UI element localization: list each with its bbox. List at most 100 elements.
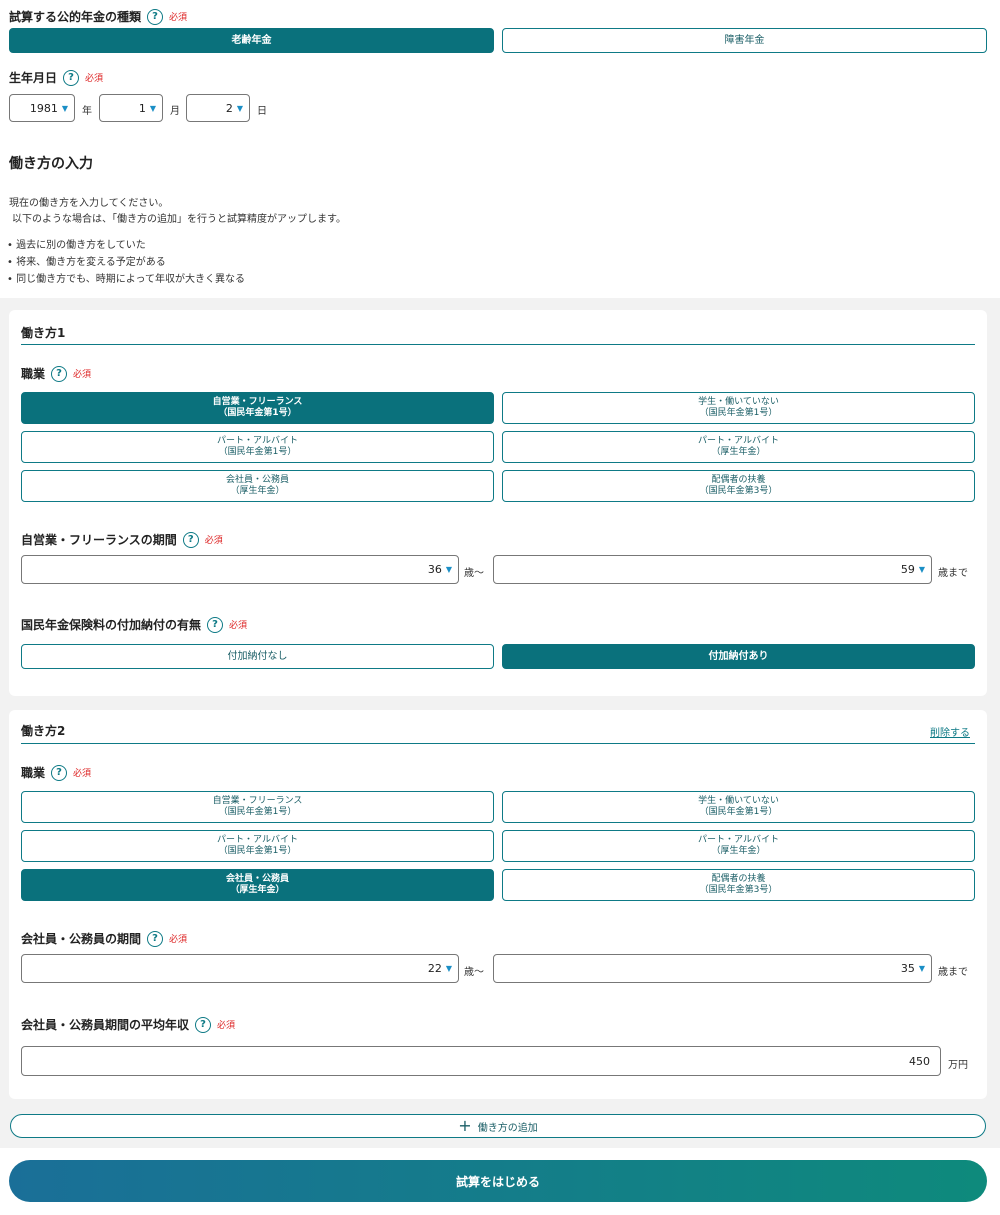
job-option-line1: パート・アルバイト [698,835,779,845]
job-option-line1: パート・アルバイト [217,436,298,446]
select-value: 35 [900,962,915,975]
job-option-line1: 自営業・フリーランス [212,397,303,407]
job-label-text: 職業 [21,766,46,780]
job-option[interactable]: 自営業・フリーランス （国民年金第1号） [21,392,494,424]
job-option-line2: （国民年金第1号） [699,408,778,418]
help-icon[interactable]: ? [182,531,199,548]
chevron-down-icon: ▼ [918,964,925,973]
plus-icon: + [458,1116,472,1135]
pension-disability-button[interactable]: 障害年金 [502,28,987,53]
select-value: 1981 [29,101,58,115]
bullet-item: • 将来、働き方を変える予定がある [7,257,166,268]
required-badge: 必須 [204,536,223,546]
bullet-text: 過去に別の働き方をしていた [16,240,146,251]
income-value: 450 [909,1054,930,1068]
select-value: 22 [427,962,442,975]
chevron-down-icon: ▼ [61,103,68,113]
chevron-down-icon: ▼ [918,565,925,574]
work-card-title: 働き方2 [21,724,66,738]
work-section-heading: 働き方の入力 [9,156,93,172]
add-work-label: 働き方の追加 [477,1122,538,1134]
period-to-select[interactable]: 35 ▼ [493,954,932,983]
work-card-1 [9,310,987,696]
required-badge: 必須 [229,621,248,631]
job-option-line1: 学生・働いていない [698,796,779,806]
job-option-line2: （国民年金第1号） [218,846,297,856]
extra-payment-label-text: 国民年金保険料の付加納付の有無 [21,618,202,632]
bullet-item: • 過去に別の働き方をしていた [7,240,146,251]
help-icon[interactable]: ? [63,69,80,86]
job-option-line2: （国民年金第3号） [699,885,778,895]
job-option-line1: 配偶者の扶養 [711,874,766,884]
job-option-line2: （国民年金第1号） [218,447,297,457]
bullet-text: 同じ働き方でも、時期によって年収が大きく異なる [16,274,245,285]
extra-payment-label: 国民年金保険料の付加納付の有無 ? 必須 [21,616,247,633]
period-label: 会社員・公務員の期間 ? 必須 [21,930,187,947]
help-icon[interactable]: ? [207,616,224,633]
job-option[interactable]: 学生・働いていない （国民年金第1号） [502,791,975,823]
help-icon[interactable]: ? [147,930,164,947]
chevron-down-icon: ▼ [149,103,156,113]
extra-payment-yes-button[interactable]: 付加納付あり [502,644,975,669]
period-label: 自営業・フリーランスの期間 ? 必須 [21,531,223,548]
extra-payment-no-button[interactable]: 付加納付なし [21,644,494,669]
job-option-line1: 配偶者の扶養 [711,475,766,485]
birth-month-select[interactable]: 1 ▼ [99,94,163,122]
required-badge: 必須 [169,935,188,945]
year-unit: 年 [82,106,92,117]
add-work-button[interactable]: + 働き方の追加 [10,1114,986,1138]
from-unit: 歳～ [464,568,484,579]
job-option[interactable]: パート・アルバイト （厚生年金） [502,830,975,862]
job-option-line1: 会社員・公務員 [225,475,289,485]
job-option-line2: （国民年金第1号） [218,807,297,817]
delete-work-link[interactable]: 削除する [930,724,970,739]
pension-type-label: 試算する公的年金の種類 ? 必須 [9,8,187,25]
required-badge: 必須 [73,370,92,380]
button-label: 障害年金 [724,35,765,46]
pension-old-age-button[interactable]: 老齢年金 [9,28,494,53]
job-option-line2: （厚生年金） [230,885,285,895]
job-option-line2: （国民年金第3号） [699,486,778,496]
chevron-down-icon: ▼ [445,565,452,574]
help-icon[interactable]: ? [51,764,68,781]
button-label: 付加納付あり [708,651,769,662]
income-input[interactable]: 450 [21,1046,941,1076]
divider [21,743,975,744]
day-unit: 日 [257,106,267,117]
to-unit: 歳まで [938,568,968,579]
job-option-line2: （厚生年金） [711,846,766,856]
income-label-text: 会社員・公務員期間の平均年収 [21,1018,190,1032]
job-option[interactable]: 会社員・公務員 （厚生年金） [21,869,494,901]
month-unit: 月 [170,106,180,117]
job-option[interactable]: 会社員・公務員 （厚生年金） [21,470,494,502]
birth-day-select[interactable]: 2 ▼ [186,94,250,122]
job-option[interactable]: 配偶者の扶養 （国民年金第3号） [502,470,975,502]
period-label-text: 自営業・フリーランスの期間 [21,533,177,547]
intro-line-1: 現在の働き方を入力してください。 [9,198,169,209]
job-option-line2: （国民年金第1号） [699,807,778,817]
job-option-line2: （厚生年金） [711,447,766,457]
birthdate-label: 生年月日 ? 必須 [9,69,103,86]
job-option[interactable]: パート・アルバイト （国民年金第1号） [21,830,494,862]
help-icon[interactable]: ? [51,365,68,382]
job-option[interactable]: 自営業・フリーランス （国民年金第1号） [21,791,494,823]
period-to-select[interactable]: 59 ▼ [493,555,932,584]
help-icon[interactable]: ? [147,8,164,25]
period-from-select[interactable]: 22 ▼ [21,954,459,983]
start-calculation-button[interactable]: 試算をはじめる [9,1160,987,1202]
job-option[interactable]: 配偶者の扶養 （国民年金第3号） [502,869,975,901]
from-unit: 歳～ [464,967,484,978]
required-badge: 必須 [217,1021,236,1031]
job-option-line2: （厚生年金） [230,486,285,496]
birth-year-select[interactable]: 1981 ▼ [9,94,75,122]
help-icon[interactable]: ? [195,1016,212,1033]
job-option[interactable]: パート・アルバイト （国民年金第1号） [21,431,494,463]
chevron-down-icon: ▼ [445,964,452,973]
income-unit: 万円 [948,1060,968,1071]
period-from-select[interactable]: 36 ▼ [21,555,459,584]
job-option-line1: 学生・働いていない [698,397,779,407]
job-option-line1: 会社員・公務員 [225,874,289,884]
button-label: 老齢年金 [231,35,272,46]
job-option[interactable]: 学生・働いていない （国民年金第1号） [502,392,975,424]
job-option[interactable]: パート・アルバイト （厚生年金） [502,431,975,463]
